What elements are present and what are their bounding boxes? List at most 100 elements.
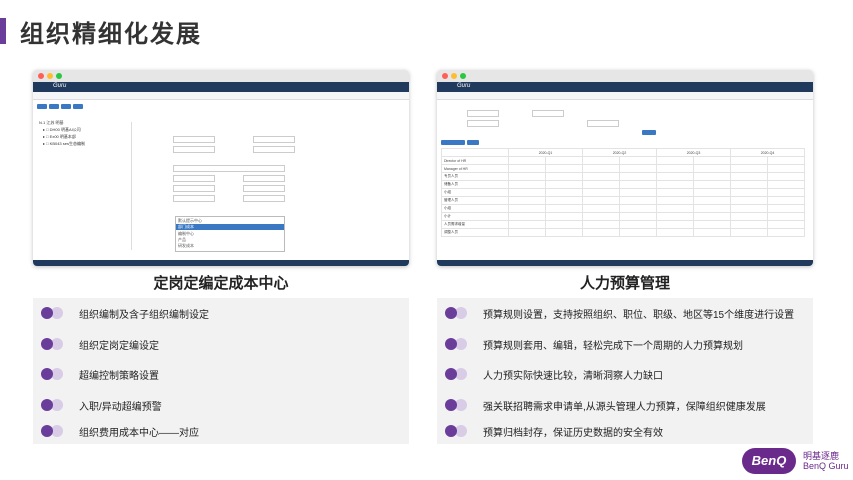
window-chrome (33, 70, 409, 82)
tree-node[interactable]: ▸ □ DH00 明基AI公司 (43, 127, 81, 133)
form-field[interactable] (173, 136, 215, 143)
dropdown-option[interactable]: 研发成本 (178, 243, 194, 249)
app-nav: Guru (33, 82, 409, 92)
list-item: 预算规则设置，支持按照组织、职位、职级、地区等15个维度进行设置 (437, 300, 794, 326)
row-label: Director of HR (441, 156, 509, 165)
quarter-header: 2020-Q1 (508, 148, 583, 157)
filter-field[interactable] (532, 110, 564, 117)
minimize-dot-icon (47, 73, 53, 79)
bullet-icon (41, 399, 65, 411)
dropdown-list[interactable]: 默认提示中心 部门成本 编制中心 产品 研发成本 (175, 216, 285, 252)
toolbar-button[interactable] (61, 104, 71, 109)
left-feature-list: 组织编制及含子组织编制设定 组织定岗定编设定 超编控制策略设置 入职/异动超编预… (33, 298, 409, 444)
row-label: 小组 (441, 188, 509, 197)
list-item: 组织编制及含子组织编制设定 (33, 300, 209, 326)
maximize-dot-icon (56, 73, 62, 79)
brand-name-en: BenQ Guru (803, 461, 849, 471)
filter-field[interactable] (587, 120, 619, 127)
query-button[interactable] (642, 130, 656, 135)
bullet-icon (445, 425, 469, 437)
page-title: 组织精细化发展 (20, 21, 202, 48)
bullet-icon (445, 399, 469, 411)
list-item: 入职/异动超编预警 (33, 392, 162, 418)
bullet-icon (41, 338, 65, 350)
row-label: 储备人员 (441, 180, 509, 189)
action-button[interactable] (467, 140, 479, 145)
bullet-icon (445, 338, 469, 350)
list-item: 强关联招聘需求申请单,从源头管理人力预算，保障组织健康发展 (437, 392, 766, 418)
list-item-text: 人力预实际快速比较，清晰洞察人力缺口 (483, 370, 663, 382)
row-label: 小组 (441, 204, 509, 213)
toolbar-button[interactable] (49, 104, 59, 109)
left-caption: 定岗定编定成本中心 (153, 275, 289, 292)
bullet-icon (41, 307, 65, 319)
app-footer (437, 260, 813, 266)
close-dot-icon (442, 73, 448, 79)
benq-logo: BenQ (742, 448, 796, 474)
row-label: 专员人员 (441, 172, 509, 181)
divider (131, 122, 132, 250)
left-screenshot: Guru N.1 江苏 明基 ▸ □ DH00 明基AI公司 ▸ □ Ex00 … (33, 70, 409, 266)
budget-table: 2020-Q1 2020-Q2 2020-Q3 2020-Q4 Director… (441, 148, 805, 237)
breadcrumb (437, 92, 813, 100)
bullet-icon (445, 307, 469, 319)
quarter-header: 2020-Q4 (730, 148, 805, 157)
tree-node[interactable]: ▸ □ Ex00 明基本部 (43, 134, 76, 140)
list-item: 超编控制策略设置 (33, 361, 159, 387)
list-item: 组织定岗定编设定 (33, 331, 159, 357)
row-label: 管理人员 (441, 196, 509, 205)
toolbar-button[interactable] (73, 104, 83, 109)
form-field[interactable] (173, 185, 215, 192)
list-item-text: 组织定岗定编设定 (79, 340, 159, 352)
form-field[interactable] (173, 146, 215, 153)
right-screenshot: Guru 2020-Q1 2020-Q2 2020-Q3 2020-Q4 Dir… (437, 70, 813, 266)
form-field[interactable] (243, 195, 285, 202)
title-accent-bar (0, 18, 6, 44)
quarter-header: 2020-Q2 (582, 148, 657, 157)
row-label: 调整人员 (441, 228, 509, 237)
list-item: 预算规则套用、编辑，轻松完成下一个周期的人力预算规划 (437, 331, 743, 357)
tree-node[interactable]: N.1 江苏 明基 (39, 120, 63, 126)
right-caption: 人力预算管理 (579, 275, 670, 292)
form-field[interactable] (253, 136, 295, 143)
list-item: 预算归档封存，保证历史数据的安全有效 (437, 418, 663, 444)
form-field[interactable] (243, 175, 285, 182)
form-field[interactable] (173, 175, 215, 182)
bullet-icon (41, 368, 65, 380)
app-nav: Guru (437, 82, 813, 92)
right-feature-list: 预算规则设置，支持按照组织、职位、职级、地区等15个维度进行设置 预算规则套用、… (437, 298, 813, 444)
list-item-text: 入职/异动超编预警 (79, 401, 162, 413)
form-field[interactable] (243, 185, 285, 192)
tree-node[interactable]: ▸ □ KB043 ses生态编制 (43, 141, 85, 147)
maximize-dot-icon (460, 73, 466, 79)
row-label: 小计 (441, 212, 509, 221)
list-item: 人力预实际快速比较，清晰洞察人力缺口 (437, 361, 663, 387)
window-chrome (437, 70, 813, 82)
breadcrumb (33, 92, 409, 100)
filter-field[interactable] (467, 110, 499, 117)
list-item-text: 预算规则设置，支持按照组织、职位、职级、地区等15个维度进行设置 (483, 309, 795, 321)
list-item-text: 组织编制及含子组织编制设定 (79, 309, 209, 321)
dropdown-option-selected[interactable]: 部门成本 (176, 224, 284, 230)
quarter-header: 2020-Q3 (656, 148, 731, 157)
row-label: 人员需求增量 (441, 220, 509, 229)
form-field[interactable] (253, 146, 295, 153)
form-field[interactable] (173, 195, 215, 202)
bullet-icon (41, 425, 65, 437)
bullet-icon (445, 368, 469, 380)
app-logo: Guru (457, 83, 471, 89)
selected-option-label: 部门成本 (178, 224, 194, 229)
toolbar-button[interactable] (37, 104, 47, 109)
app-logo: Guru (53, 83, 67, 89)
minimize-dot-icon (451, 73, 457, 79)
list-item-text: 预算归档封存，保证历史数据的安全有效 (483, 427, 663, 439)
app-footer (33, 260, 409, 266)
list-item: 组织费用成本中心——对应 (33, 418, 199, 444)
list-item-text: 强关联招聘需求申请单,从源头管理人力预算，保障组织健康发展 (483, 401, 766, 413)
list-item-text: 预算规则套用、编辑，轻松完成下一个周期的人力预算规划 (483, 340, 743, 352)
action-button[interactable] (441, 140, 465, 145)
list-item-text: 超编控制策略设置 (79, 370, 159, 382)
close-dot-icon (38, 73, 44, 79)
form-field[interactable] (173, 165, 285, 172)
filter-field[interactable] (467, 120, 499, 127)
